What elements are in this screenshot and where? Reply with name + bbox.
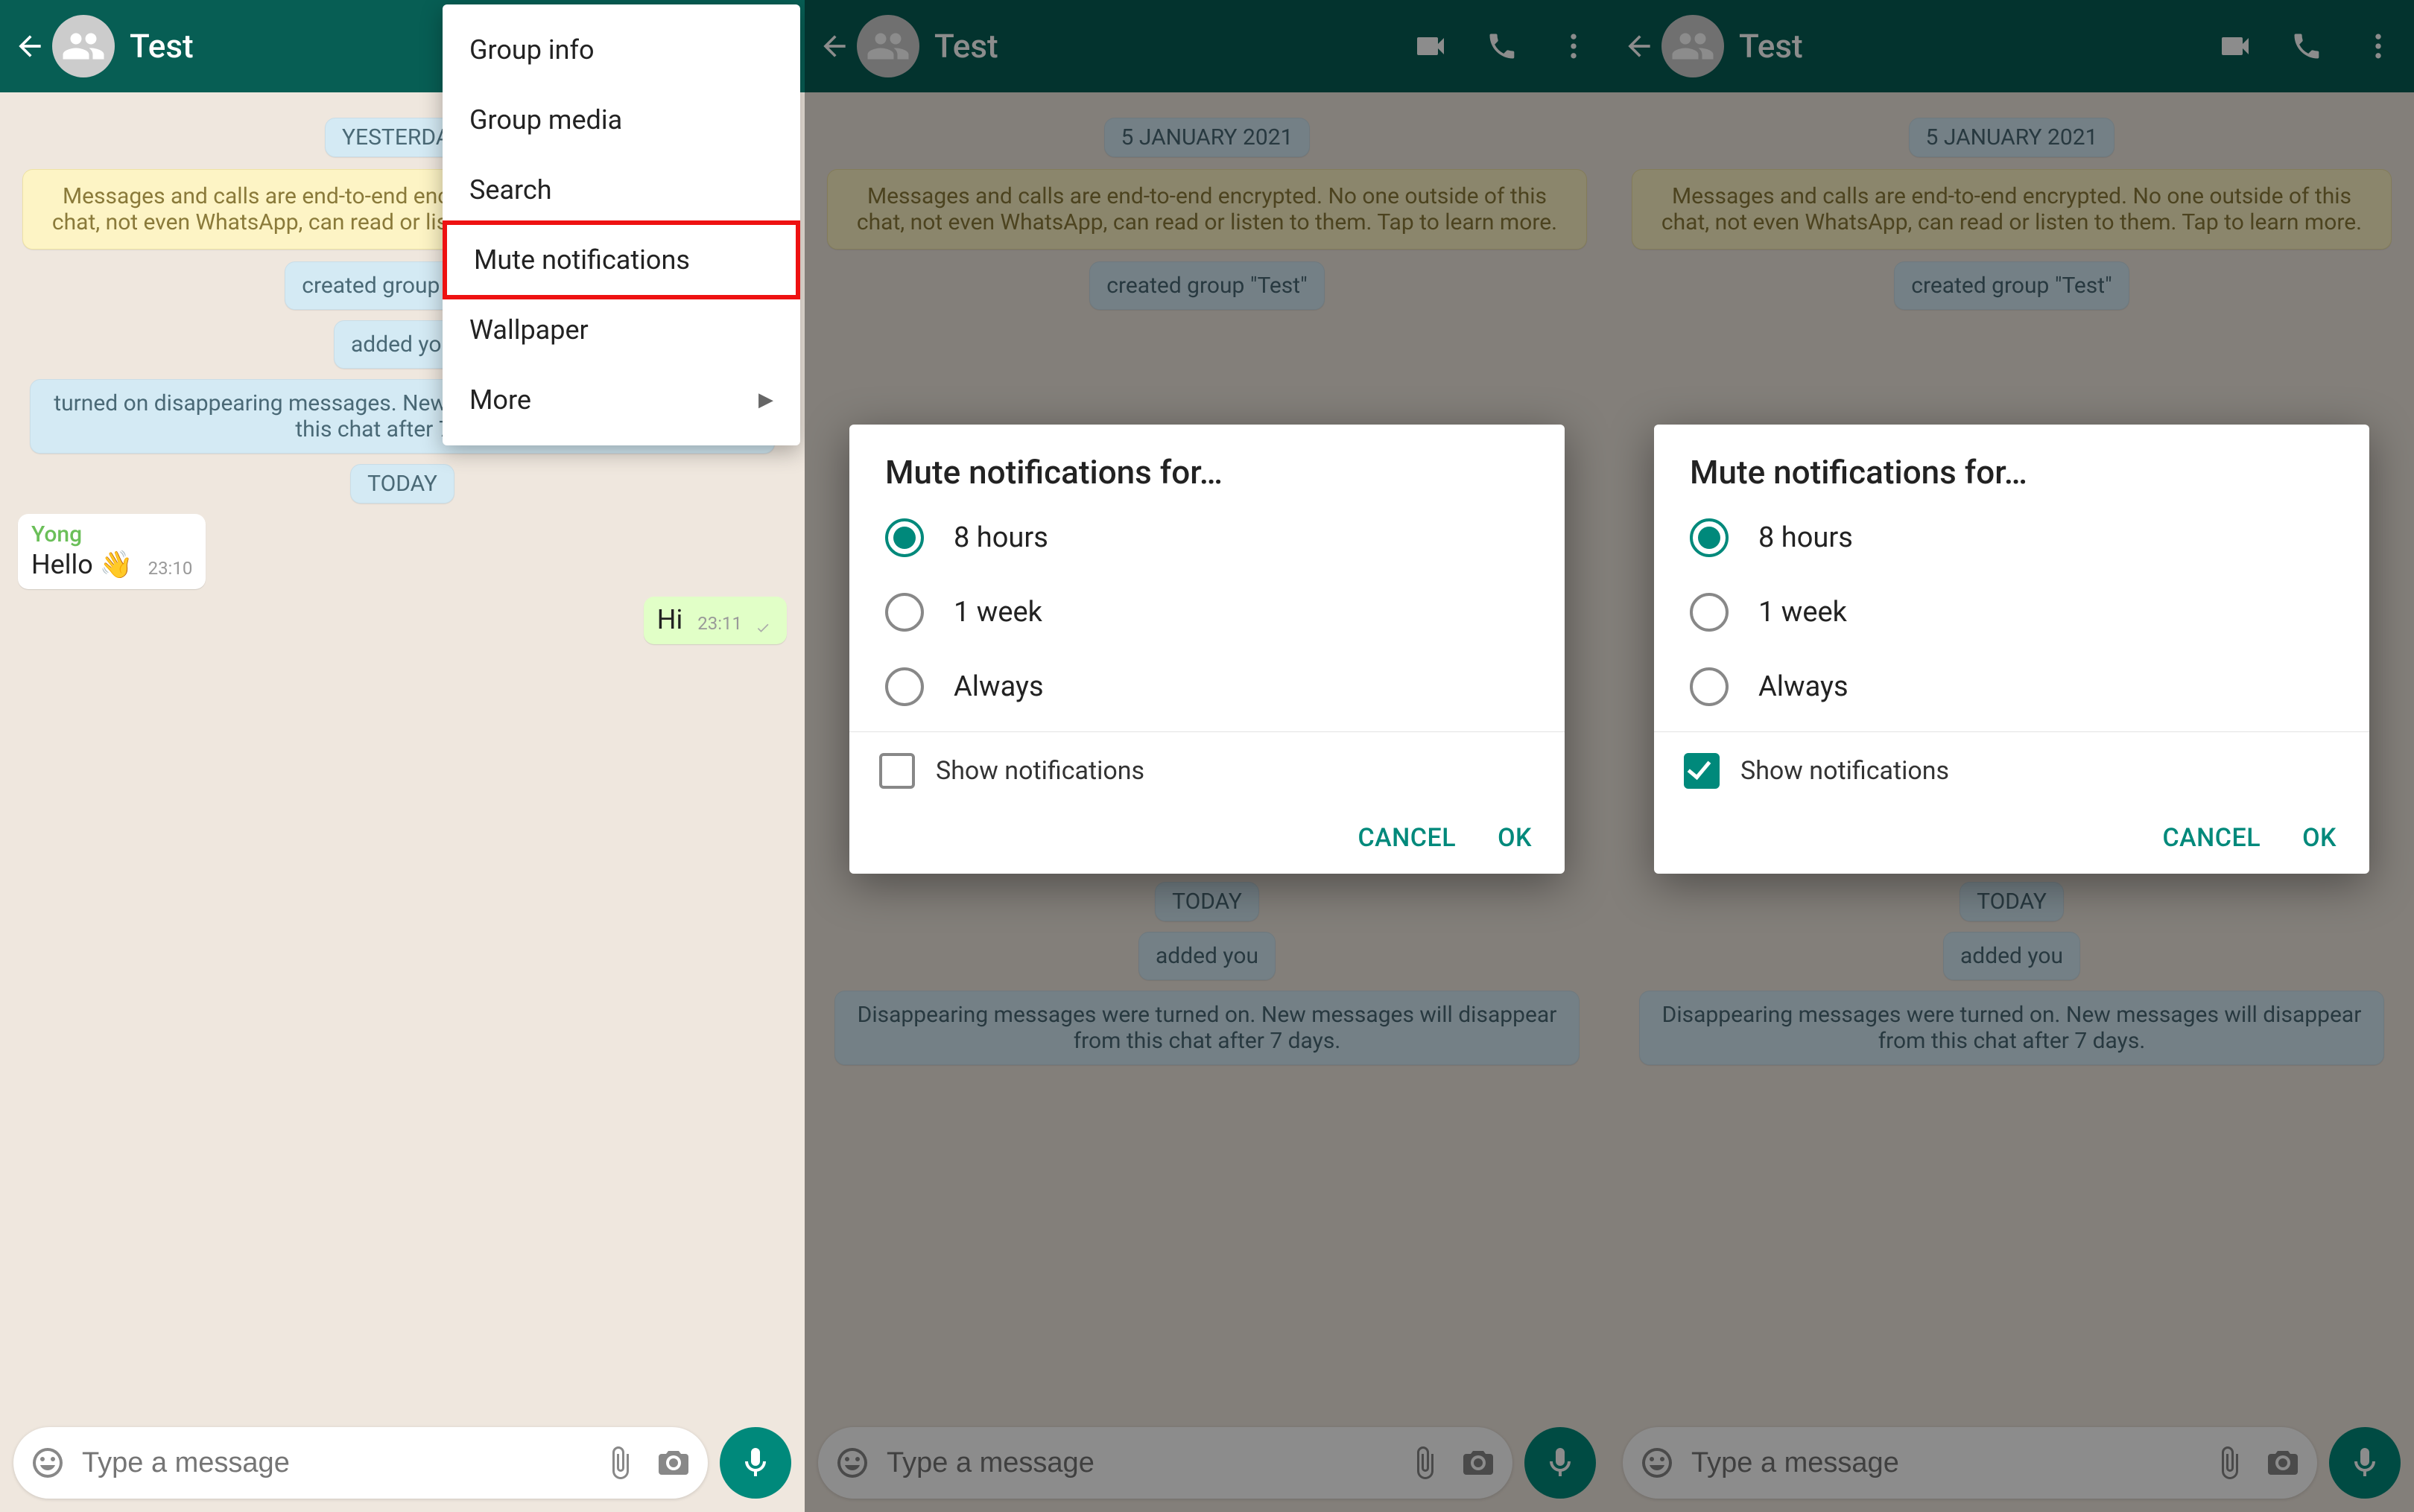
chevron-right-icon: ▶	[758, 389, 773, 411]
back-icon[interactable]	[12, 28, 48, 64]
message-input-bar	[818, 1427, 1512, 1499]
dialog-title: Mute notifications for…	[849, 453, 1565, 501]
panel-mute-dialog-unchecked: Test 5 JANUARY 2021 Messages and calls a…	[805, 0, 1609, 1512]
back-icon[interactable]	[817, 28, 852, 64]
video-call-icon[interactable]	[1411, 27, 1450, 66]
attach-icon[interactable]	[1404, 1442, 1445, 1484]
mute-option-1week[interactable]: 1 week	[1654, 575, 2369, 649]
system-message: created group "Test"	[1894, 261, 2129, 310]
menu-mute-notifications[interactable]: Mute notifications	[443, 220, 800, 299]
system-message: added you	[1138, 932, 1276, 980]
mute-option-1week[interactable]: 1 week	[849, 575, 1565, 649]
panel-chat-with-menu: Test YESTERDAY Messages and calls are en…	[0, 0, 805, 1512]
system-message: created group "Test"	[1089, 261, 1324, 310]
voice-call-icon[interactable]	[2287, 27, 2326, 66]
attach-icon[interactable]	[599, 1442, 641, 1484]
menu-group-info[interactable]: Group info	[443, 15, 800, 85]
date-pill: TODAY	[350, 464, 454, 504]
mute-option-8hours[interactable]: 8 hours	[1654, 501, 2369, 575]
group-avatar[interactable]	[52, 15, 115, 77]
overflow-menu: Group info Group media Search Mute notif…	[443, 4, 800, 445]
system-message: Disappearing messages were turned on. Ne…	[834, 991, 1580, 1065]
menu-wallpaper[interactable]: Wallpaper	[443, 295, 800, 365]
ok-button[interactable]: OK	[2302, 823, 2337, 853]
message-input[interactable]	[885, 1446, 1392, 1480]
checkbox-icon	[1684, 753, 1720, 789]
chat-title[interactable]: Test	[934, 27, 1411, 66]
mute-dialog: Mute notifications for… 8 hours 1 week A…	[1654, 425, 2369, 874]
mute-option-always[interactable]: Always	[849, 649, 1565, 724]
message-input[interactable]	[1690, 1446, 2196, 1480]
dialog-title: Mute notifications for…	[1654, 453, 2369, 501]
sender-name: Yong	[31, 521, 192, 547]
ok-button[interactable]: OK	[1498, 823, 1532, 853]
radio-icon	[1690, 518, 1729, 557]
mic-button[interactable]	[1524, 1427, 1596, 1499]
camera-icon[interactable]	[2262, 1442, 2304, 1484]
encryption-notice[interactable]: Messages and calls are end-to-end encryp…	[827, 169, 1587, 250]
message-input[interactable]	[80, 1446, 587, 1480]
encryption-notice[interactable]: Messages and calls are end-to-end encryp…	[1632, 169, 2392, 250]
message-time: 23:10	[148, 558, 193, 579]
date-pill: TODAY	[1155, 882, 1259, 921]
message-time: 23:11	[697, 613, 742, 634]
mic-button[interactable]	[2329, 1427, 2401, 1499]
camera-icon[interactable]	[653, 1442, 694, 1484]
message-input-bar	[13, 1427, 708, 1499]
radio-icon	[1690, 593, 1729, 632]
show-notifications-row[interactable]: Show notifications	[849, 731, 1565, 810]
message-text: Hi	[657, 604, 682, 635]
back-icon[interactable]	[1621, 28, 1657, 64]
mic-button[interactable]	[720, 1427, 791, 1499]
cancel-button[interactable]: CANCEL	[2162, 823, 2261, 853]
radio-icon	[885, 667, 924, 706]
attach-icon[interactable]	[2208, 1442, 2250, 1484]
menu-more[interactable]: More▶	[443, 365, 800, 435]
chat-title[interactable]: Test	[1739, 27, 2216, 66]
show-notifications-row[interactable]: Show notifications	[1654, 731, 2369, 810]
message-input-bar	[1623, 1427, 2317, 1499]
date-pill: 5 JANUARY 2021	[1104, 118, 1311, 157]
video-call-icon[interactable]	[2216, 27, 2255, 66]
radio-icon	[885, 518, 924, 557]
incoming-message[interactable]: Yong Hello 👋 23:10	[18, 514, 206, 589]
group-avatar[interactable]	[1661, 15, 1724, 77]
outgoing-message[interactable]: Hi 23:11	[644, 597, 787, 644]
panel-mute-dialog-checked: Test 5 JANUARY 2021 Messages and calls a…	[1609, 0, 2414, 1512]
chat-header: Test	[805, 0, 1609, 92]
camera-icon[interactable]	[1457, 1442, 1499, 1484]
overflow-icon[interactable]	[1554, 27, 1593, 66]
cancel-button[interactable]: CANCEL	[1358, 823, 1456, 853]
system-message: Disappearing messages were turned on. Ne…	[1639, 991, 2384, 1065]
radio-icon	[1690, 667, 1729, 706]
delivered-icon	[753, 620, 773, 635]
overflow-icon[interactable]	[2359, 27, 2398, 66]
group-avatar[interactable]	[857, 15, 919, 77]
system-message: added you	[1943, 932, 2080, 980]
radio-icon	[885, 593, 924, 632]
emoji-icon[interactable]	[831, 1442, 873, 1484]
mute-dialog: Mute notifications for… 8 hours 1 week A…	[849, 425, 1565, 874]
mute-option-8hours[interactable]: 8 hours	[849, 501, 1565, 575]
menu-search[interactable]: Search	[443, 155, 800, 225]
date-pill: 5 JANUARY 2021	[1909, 118, 2115, 157]
emoji-icon[interactable]	[27, 1442, 69, 1484]
checkbox-icon	[879, 753, 915, 789]
mute-option-always[interactable]: Always	[1654, 649, 2369, 724]
message-text: Hello 👋	[31, 549, 133, 580]
voice-call-icon[interactable]	[1483, 27, 1521, 66]
date-pill: TODAY	[1960, 882, 2064, 921]
menu-group-media[interactable]: Group media	[443, 85, 800, 155]
emoji-icon[interactable]	[1636, 1442, 1678, 1484]
chat-header: Test	[1609, 0, 2414, 92]
